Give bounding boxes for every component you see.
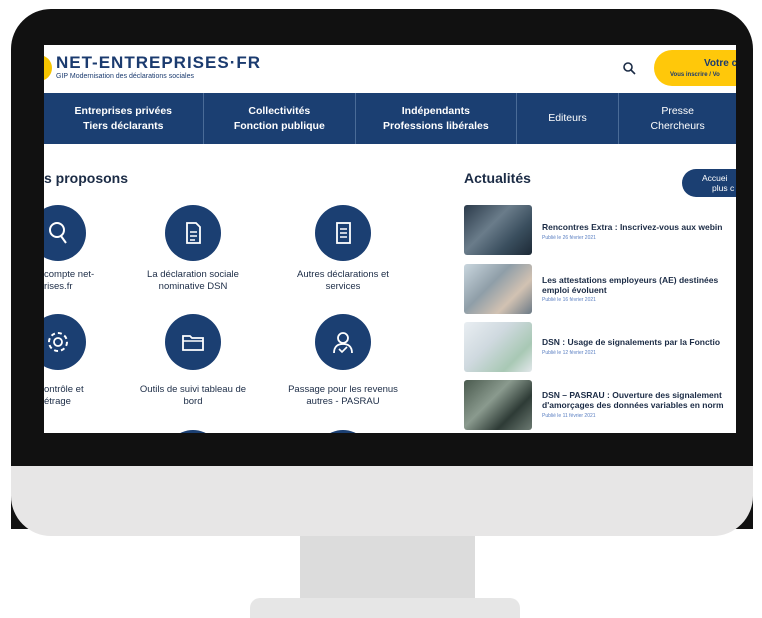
nav-label: Presse bbox=[661, 104, 695, 117]
label-line: autres - PASRAU bbox=[306, 396, 380, 407]
news-thumbnail[interactable] bbox=[464, 264, 532, 314]
service-account-label[interactable]: compte net- rises.fr bbox=[44, 269, 94, 293]
label-line: nominative DSN bbox=[158, 281, 228, 292]
service-dsn-label[interactable]: La déclaration sociale nominative DSN bbox=[123, 269, 263, 293]
document-icon bbox=[186, 222, 201, 244]
news-item-date: Publié le 16 février 2021 bbox=[542, 297, 596, 303]
service-pasrau-label[interactable]: Passage pour les revenus autres - PASRAU bbox=[273, 384, 413, 408]
title-line: DSN : Usage de signalements par la Fonct… bbox=[542, 337, 721, 347]
account-subtitle: Vous inscrire / Vo bbox=[670, 72, 720, 78]
service-other-declarations-label[interactable]: Autres déclarations et services bbox=[273, 269, 413, 293]
service-dashboard-label[interactable]: Outils de suivi tableau de bord bbox=[123, 384, 263, 408]
service-control[interactable] bbox=[44, 314, 86, 370]
nav-label: Professions libérales bbox=[383, 119, 489, 132]
service-more[interactable] bbox=[165, 430, 221, 433]
news-item-date: Publié le 11 février 2021 bbox=[542, 413, 596, 419]
nav-label: Editeurs bbox=[548, 112, 587, 124]
logo-subtitle: GIP Modernisation des déclarations socia… bbox=[56, 73, 195, 80]
account-title: Votre co bbox=[704, 58, 736, 69]
label-line: étrage bbox=[44, 396, 71, 407]
gear-icon bbox=[48, 332, 68, 352]
label-line: services bbox=[325, 281, 361, 292]
folder-icon bbox=[182, 335, 204, 351]
nav-label: Collectivités bbox=[248, 104, 311, 117]
main-nav: Entreprises privées Tiers déclarants Col… bbox=[44, 93, 736, 144]
logo-title[interactable]: NET-ENTREPRISES·FR bbox=[56, 53, 261, 73]
nav-label: Tiers déclarants bbox=[83, 119, 164, 132]
monitor-stand-base bbox=[250, 598, 520, 618]
title-line: d'amorçages des données variables en nor… bbox=[542, 400, 724, 410]
label-line: Passage pour les revenus bbox=[288, 384, 398, 395]
logo-mark bbox=[44, 55, 52, 81]
monitor-chin bbox=[11, 466, 753, 536]
button-line: plus c bbox=[712, 183, 735, 193]
nav-item-presse[interactable]: Presse Chercheurs bbox=[619, 93, 736, 144]
nav-item-collectivites[interactable]: Collectivités Fonction publique bbox=[204, 93, 357, 144]
service-control-label[interactable]: ontrôle et étrage bbox=[44, 384, 84, 408]
nav-label: Indépendants bbox=[401, 104, 470, 117]
label-line: Outils de suivi tableau de bbox=[139, 384, 247, 395]
title-line: Rencontres Extra : Inscrivez-vous aux we… bbox=[542, 222, 723, 232]
news-title: Actualités bbox=[464, 170, 531, 186]
news-home-button[interactable]: Accuei plus c bbox=[682, 169, 736, 197]
news-item-title[interactable]: Les attestations employeurs (AE) destiné… bbox=[542, 275, 718, 295]
user-search-icon bbox=[49, 222, 67, 244]
news-item-title[interactable]: DSN : Usage de signalements par la Fonct… bbox=[542, 337, 720, 347]
news-item-title[interactable]: DSN – PASRAU : Ouverture des signalement… bbox=[542, 390, 724, 410]
nav-item-entreprises[interactable]: Entreprises privées Tiers déclarants bbox=[44, 93, 204, 144]
label-line: rises.fr bbox=[44, 281, 73, 292]
browser-screen: NET-ENTREPRISES·FR GIP Modernisation des… bbox=[44, 45, 736, 433]
label-line: compte net- bbox=[44, 269, 95, 280]
news-thumbnail[interactable] bbox=[464, 205, 532, 255]
title-line: emploi évoluent bbox=[542, 285, 607, 295]
title-line: DSN – PASRAU : Ouverture des signalement bbox=[542, 390, 722, 400]
service-pasrau[interactable] bbox=[315, 314, 371, 370]
news-item-date: Publié le 12 février 2021 bbox=[542, 350, 596, 356]
account-button[interactable]: Votre co Vous inscrire / Vo bbox=[654, 50, 736, 86]
service-more[interactable] bbox=[315, 430, 371, 433]
nav-item-editeurs[interactable]: Editeurs bbox=[517, 93, 620, 144]
services-title: s proposons bbox=[44, 170, 129, 186]
service-other-declarations[interactable] bbox=[315, 205, 371, 261]
button-line: Accuei bbox=[702, 173, 728, 183]
service-account[interactable] bbox=[44, 205, 86, 261]
news-item-date: Publié le 26 février 2021 bbox=[542, 235, 596, 241]
news-thumbnail[interactable] bbox=[464, 322, 532, 372]
service-dsn[interactable] bbox=[165, 205, 221, 261]
nav-item-independants[interactable]: Indépendants Professions libérales bbox=[356, 93, 517, 144]
label-line: bord bbox=[183, 396, 203, 407]
label-line: La déclaration sociale bbox=[147, 269, 239, 280]
service-dashboard[interactable] bbox=[165, 314, 221, 370]
label-line: Autres déclarations et bbox=[297, 269, 389, 280]
nav-label: Chercheurs bbox=[650, 119, 705, 132]
title-line: Les attestations employeurs (AE) destiné… bbox=[542, 275, 719, 285]
site-header: NET-ENTREPRISES·FR GIP Modernisation des… bbox=[44, 45, 736, 93]
news-item-title[interactable]: Rencontres Extra : Inscrivez-vous aux we… bbox=[542, 222, 722, 232]
nav-label: Entreprises privées bbox=[74, 104, 172, 117]
search-icon[interactable] bbox=[622, 61, 636, 75]
user-check-icon bbox=[333, 332, 353, 354]
nav-label: Fonction publique bbox=[233, 119, 325, 132]
document-lines-icon bbox=[336, 222, 351, 244]
news-thumbnail[interactable] bbox=[464, 380, 532, 430]
label-line: ontrôle et bbox=[44, 384, 84, 395]
